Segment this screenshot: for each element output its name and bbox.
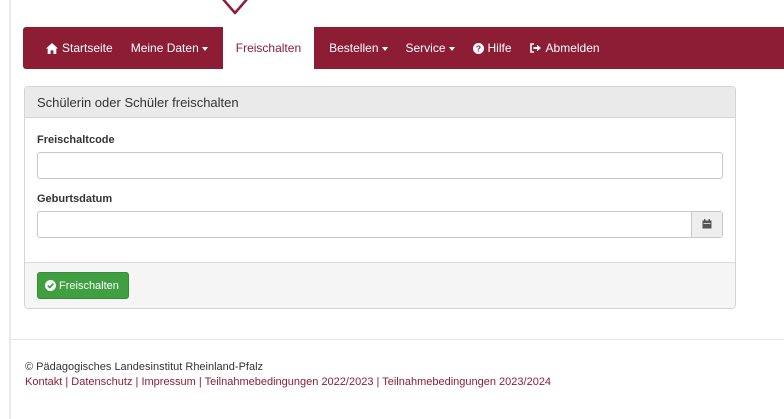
footer-separator: |: [135, 376, 139, 388]
nav-item-label: Hilfe: [487, 41, 512, 55]
nav-item-label: Startseite: [62, 41, 113, 55]
sign-out-icon: [529, 43, 542, 53]
code-input[interactable]: [37, 152, 723, 179]
page-left-rule: [9, 0, 11, 419]
footer-links: Kontakt | Datenschutz | Impressum | Teil…: [25, 376, 551, 388]
nav-item-startseite[interactable]: Startseite: [37, 27, 122, 69]
nav-item-label: Meine Daten: [130, 41, 199, 55]
nav-item-label: Bestellen: [329, 41, 379, 55]
footer-separator: |: [65, 376, 69, 388]
panel-footer: Freischalten: [25, 262, 735, 308]
freischalten-button-label: Freischalten: [59, 279, 119, 292]
main-navbar: Startseite Meine Daten Freischalten Best…: [23, 27, 784, 69]
nav-item-label: Freischalten: [235, 41, 302, 55]
calendar-icon: [702, 218, 712, 232]
nav-item-bestellen[interactable]: Bestellen: [320, 27, 396, 69]
code-label: Freischaltcode: [37, 134, 115, 146]
calendar-button[interactable]: [691, 212, 722, 237]
panel-title: Schülerin oder Schüler freischalten: [25, 87, 735, 118]
footer-divider: [11, 339, 784, 340]
nav-item-abmelden[interactable]: Abmelden: [521, 27, 609, 69]
question-circle-icon: ?: [472, 42, 484, 54]
birthdate-label: Geburtsdatum: [37, 193, 113, 205]
footer-link-teilnahme-2022[interactable]: Teilnahmebedingungen 2022/2023: [205, 376, 374, 388]
home-icon: [46, 42, 58, 54]
footer-link-datenschutz[interactable]: Datenschutz: [71, 376, 132, 388]
svg-text:?: ?: [475, 43, 480, 53]
check-circle-icon: [45, 280, 56, 291]
footer-separator: |: [376, 376, 380, 388]
pointer-arrow-icon: [222, 0, 248, 15]
birthdate-input[interactable]: [37, 211, 723, 238]
footer-separator: |: [198, 376, 202, 388]
footer-link-teilnahme-2023[interactable]: Teilnahmebedingungen 2023/2024: [382, 376, 551, 388]
nav-item-hilfe[interactable]: ? Hilfe: [464, 27, 521, 69]
freischalten-button[interactable]: Freischalten: [37, 272, 129, 299]
footer-link-kontakt[interactable]: Kontakt: [25, 376, 62, 388]
unlock-student-panel: Schülerin oder Schüler freischalten Frei…: [24, 86, 736, 309]
nav-item-label: Service: [405, 41, 446, 55]
caret-down-icon: [448, 46, 455, 51]
nav-item-service[interactable]: Service: [397, 27, 464, 69]
nav-item-label: Abmelden: [545, 41, 600, 55]
footer-link-impressum[interactable]: Impressum: [141, 376, 195, 388]
caret-down-icon: [201, 46, 208, 51]
nav-item-freischalten[interactable]: Freischalten: [222, 27, 315, 69]
nav-item-meine-daten[interactable]: Meine Daten: [122, 27, 217, 69]
caret-down-icon: [381, 46, 388, 51]
footer-copyright: © Pädagogisches Landesinstitut Rheinland…: [25, 361, 264, 373]
